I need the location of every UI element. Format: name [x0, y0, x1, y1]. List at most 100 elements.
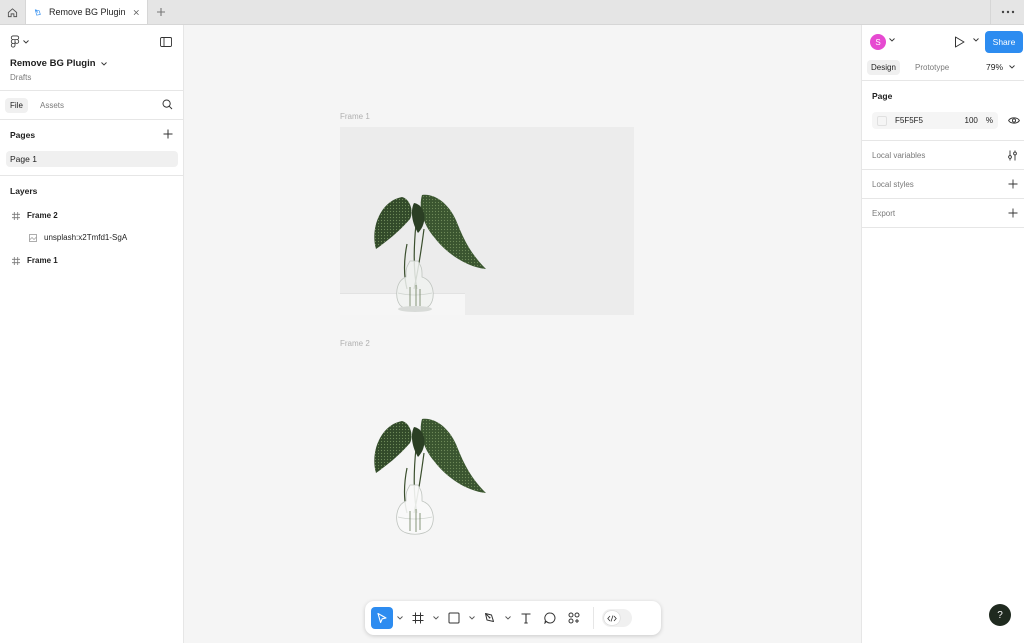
- frame-tool-menu-button[interactable]: [431, 607, 441, 629]
- frame-2-label[interactable]: Frame 2: [340, 339, 370, 348]
- tab-design[interactable]: Design: [867, 60, 900, 75]
- plus-icon[interactable]: [1008, 179, 1018, 189]
- move-tool-menu-button[interactable]: [395, 607, 405, 629]
- plant-cutout-image[interactable]: [362, 413, 492, 538]
- tab-prototype[interactable]: Prototype: [911, 60, 953, 75]
- shape-tool-menu-button[interactable]: [467, 607, 477, 629]
- text-icon: [521, 613, 531, 624]
- zoom-control[interactable]: 79%: [986, 62, 1015, 72]
- layer-label: Frame 1: [27, 256, 58, 265]
- tab-title: Remove BG Plugin: [48, 7, 126, 17]
- rectangle-icon: [448, 612, 460, 624]
- home-icon: [7, 7, 18, 17]
- file-title-text: Remove BG Plugin: [10, 58, 96, 69]
- design-panel-header: S Share Design Prototype 79%: [862, 25, 1024, 81]
- add-page-button[interactable]: [163, 129, 173, 141]
- resources-button[interactable]: [563, 607, 585, 629]
- opacity-value[interactable]: 100: [965, 116, 978, 125]
- eye-icon[interactable]: [1008, 116, 1020, 125]
- play-icon[interactable]: [954, 36, 965, 48]
- file-location[interactable]: Drafts: [10, 73, 31, 82]
- bottom-toolbar: [365, 601, 661, 635]
- chevron-down-icon[interactable]: [973, 38, 979, 42]
- more-horizontal-icon: [1001, 10, 1014, 14]
- sidebar-icon: [160, 37, 172, 47]
- shape-tool-button[interactable]: [443, 607, 465, 629]
- file-tab[interactable]: Remove BG Plugin: [26, 0, 148, 24]
- tab-bar: Remove BG Plugin: [0, 0, 1024, 25]
- pen-tool-button[interactable]: [479, 607, 501, 629]
- layer-label: unsplash:x2Tmfd1-SgA: [44, 233, 128, 242]
- comment-icon: [544, 612, 556, 624]
- dev-mode-toggle[interactable]: [602, 609, 632, 627]
- zoom-value: 79%: [986, 62, 1004, 72]
- chevron-down-icon: [505, 616, 511, 620]
- dev-mode-knob: [604, 611, 620, 625]
- text-tool-button[interactable]: [515, 607, 537, 629]
- file-header: Remove BG Plugin Drafts: [0, 25, 183, 91]
- page-section: Page F5F5F5 100 %: [862, 81, 1024, 141]
- share-button[interactable]: Share: [985, 31, 1023, 53]
- tab-assets[interactable]: Assets: [35, 98, 69, 113]
- home-button[interactable]: [0, 0, 26, 24]
- new-tab-button[interactable]: [148, 0, 174, 24]
- chevron-down-icon: [1009, 65, 1015, 69]
- layer-unsplash-image[interactable]: unsplash:x2Tmfd1-SgA: [29, 233, 127, 242]
- help-button[interactable]: ?: [989, 604, 1011, 626]
- more-options-button[interactable]: [990, 0, 1024, 24]
- layer-label: Frame 2: [27, 211, 58, 220]
- chevron-down-icon[interactable]: [889, 38, 895, 42]
- pages-section: Pages Page 1: [0, 120, 183, 176]
- frame-icon: [12, 256, 20, 265]
- pen-tool-icon: [34, 8, 41, 16]
- chevron-down-icon: [23, 39, 29, 44]
- tab-file[interactable]: File: [5, 98, 28, 113]
- avatar[interactable]: S: [870, 34, 886, 50]
- pen-tool-menu-button[interactable]: [503, 607, 513, 629]
- toolbar-divider: [593, 607, 594, 629]
- plant-in-vase-photo: [374, 194, 486, 312]
- plus-icon: [163, 129, 173, 139]
- page-section-title: Page: [872, 91, 893, 101]
- plus-icon: [157, 8, 165, 16]
- frame-tool-button[interactable]: [407, 607, 429, 629]
- canvas[interactable]: Frame 1 Frame 2: [184, 25, 861, 643]
- close-icon[interactable]: [133, 8, 140, 17]
- page-color-field[interactable]: F5F5F5 100 %: [872, 112, 998, 129]
- layer-frame-2[interactable]: Frame 2: [12, 211, 58, 220]
- page-item-page-1[interactable]: Page 1: [6, 151, 178, 167]
- tab-bar-spacer: [174, 0, 990, 24]
- local-styles-row[interactable]: Local styles: [862, 170, 1024, 199]
- color-swatch[interactable]: [877, 115, 887, 126]
- main-menu-button[interactable]: [10, 35, 29, 48]
- opacity-unit: %: [985, 116, 993, 125]
- move-tool-button[interactable]: [371, 607, 393, 629]
- comment-tool-button[interactable]: [539, 607, 561, 629]
- sliders-icon[interactable]: [1007, 150, 1018, 161]
- file-title[interactable]: Remove BG Plugin: [10, 58, 107, 69]
- export-label: Export: [872, 208, 896, 218]
- frame-icon: [12, 211, 20, 220]
- left-panel: Remove BG Plugin Drafts File Assets Page…: [0, 25, 184, 643]
- export-row[interactable]: Export: [862, 199, 1024, 228]
- search-layers-button[interactable]: [162, 99, 173, 112]
- frame-icon: [412, 612, 424, 624]
- image-icon: [29, 233, 37, 242]
- chevron-down-icon: [469, 616, 475, 620]
- cursor-icon: [377, 612, 387, 624]
- left-panel-tabs: File Assets: [0, 91, 183, 120]
- toggle-sidebar-button[interactable]: [160, 37, 172, 49]
- pages-title: Pages: [10, 130, 36, 140]
- chevron-down-icon: [100, 61, 107, 66]
- pen-icon: [485, 613, 494, 622]
- figma-logo-icon: [10, 35, 20, 48]
- frame-1-label[interactable]: Frame 1: [340, 112, 370, 121]
- code-icon: [607, 614, 617, 622]
- layer-frame-1[interactable]: Frame 1: [12, 256, 58, 265]
- local-variables-row[interactable]: Local variables: [862, 141, 1024, 170]
- local-variables-label: Local variables: [872, 150, 926, 160]
- color-hex-value[interactable]: F5F5F5: [895, 116, 965, 125]
- frame-1[interactable]: [340, 127, 634, 315]
- plus-icon[interactable]: [1008, 208, 1018, 218]
- resources-icon: [568, 612, 580, 624]
